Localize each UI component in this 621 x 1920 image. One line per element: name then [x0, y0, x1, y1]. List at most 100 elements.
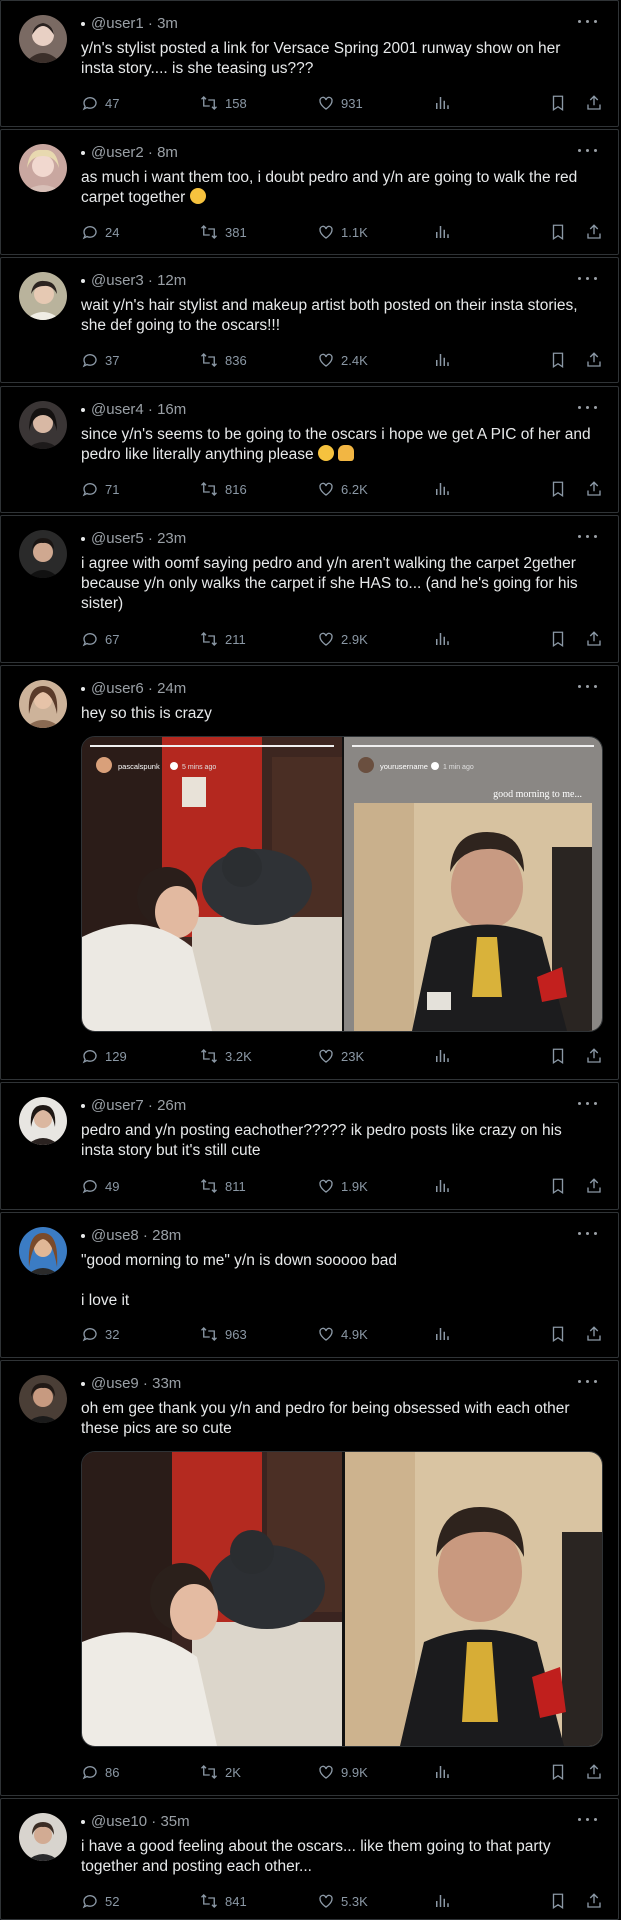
like-button[interactable]: 9.9K — [317, 1762, 368, 1782]
bookmark-button[interactable] — [549, 479, 567, 499]
avatar[interactable] — [19, 15, 67, 63]
more-icon[interactable] — [578, 15, 600, 29]
like-button[interactable]: 23K — [317, 1046, 364, 1066]
reply-button[interactable]: 24 — [81, 222, 119, 242]
reply-button[interactable]: 71 — [81, 479, 119, 499]
reply-button[interactable]: 52 — [81, 1891, 119, 1911]
avatar[interactable] — [19, 680, 67, 728]
user-handle[interactable]: @use8 — [91, 1227, 139, 1244]
like-button[interactable]: 5.3K — [317, 1891, 368, 1911]
like-button[interactable]: 1.1K — [317, 222, 368, 242]
post[interactable]: @user3 · 12m wait y/n's hair stylist and… — [0, 257, 619, 383]
like-button[interactable]: 2.9K — [317, 629, 368, 649]
share-button[interactable] — [585, 1324, 603, 1344]
reply-button[interactable]: 49 — [81, 1176, 119, 1196]
bookmark-button[interactable] — [549, 350, 567, 370]
share-button[interactable] — [585, 1046, 603, 1066]
user-handle[interactable]: @user3 — [91, 272, 144, 289]
views-button[interactable] — [433, 222, 451, 242]
views-button[interactable] — [433, 479, 451, 499]
post-media-photos[interactable] — [81, 1451, 603, 1747]
repost-button[interactable]: 963 — [199, 1324, 247, 1344]
reply-button[interactable]: 67 — [81, 629, 119, 649]
user-handle[interactable]: @user1 — [91, 15, 144, 32]
repost-button[interactable]: 158 — [199, 93, 247, 113]
share-button[interactable] — [585, 1176, 603, 1196]
share-button[interactable] — [585, 1891, 603, 1911]
like-button[interactable]: 931 — [317, 93, 363, 113]
more-icon[interactable] — [578, 530, 600, 544]
user-handle[interactable]: @user4 — [91, 401, 144, 418]
views-button[interactable] — [433, 629, 451, 649]
avatar[interactable] — [19, 144, 67, 192]
repost-button[interactable]: 811 — [199, 1176, 246, 1196]
repost-button[interactable]: 836 — [199, 350, 247, 370]
post[interactable]: @user1 · 3m y/n's stylist posted a link … — [0, 0, 619, 127]
views-button[interactable] — [433, 350, 451, 370]
post[interactable]: @use9 · 33m oh em gee thank you y/n and … — [0, 1360, 619, 1796]
post-media-story-screenshots[interactable]: pascalspunk 5 mins ago yourusername 1 mi… — [81, 736, 603, 1032]
more-icon[interactable] — [578, 680, 600, 694]
avatar[interactable] — [19, 1813, 67, 1861]
more-icon[interactable] — [578, 272, 600, 286]
repost-button[interactable]: 211 — [199, 629, 246, 649]
repost-button[interactable]: 381 — [199, 222, 247, 242]
like-button[interactable]: 1.9K — [317, 1176, 368, 1196]
views-button[interactable] — [433, 1324, 451, 1344]
post[interactable]: @user6 · 24m hey so this is crazy pascal… — [0, 665, 619, 1080]
more-icon[interactable] — [578, 144, 600, 158]
share-button[interactable] — [585, 1762, 603, 1782]
more-icon[interactable] — [578, 1097, 600, 1111]
share-button[interactable] — [585, 479, 603, 499]
bookmark-button[interactable] — [549, 1176, 567, 1196]
bookmark-button[interactable] — [549, 629, 567, 649]
post[interactable]: @user2 · 8m as much i want them too, i d… — [0, 129, 619, 255]
reply-button[interactable]: 47 — [81, 93, 119, 113]
bookmark-button[interactable] — [549, 1046, 567, 1066]
more-icon[interactable] — [578, 1375, 600, 1389]
bookmark-button[interactable] — [549, 93, 567, 113]
post[interactable]: @use10 · 35m i have a good feeling about… — [0, 1798, 619, 1920]
views-button[interactable] — [433, 1046, 451, 1066]
like-button[interactable]: 4.9K — [317, 1324, 368, 1344]
share-button[interactable] — [585, 222, 603, 242]
avatar[interactable] — [19, 1097, 67, 1145]
user-handle[interactable]: @user5 — [91, 530, 144, 547]
avatar[interactable] — [19, 530, 67, 578]
user-handle[interactable]: @use9 — [91, 1375, 139, 1392]
repost-button[interactable]: 841 — [199, 1891, 247, 1911]
bookmark-button[interactable] — [549, 222, 567, 242]
avatar[interactable] — [19, 272, 67, 320]
user-handle[interactable]: @user6 — [91, 680, 144, 697]
views-button[interactable] — [433, 1891, 451, 1911]
reply-button[interactable]: 32 — [81, 1324, 119, 1344]
reply-button[interactable]: 86 — [81, 1762, 119, 1782]
post[interactable]: @use8 · 28m "good morning to me" y/n is … — [0, 1212, 619, 1358]
reply-button[interactable]: 129 — [81, 1046, 127, 1066]
user-handle[interactable]: @user7 — [91, 1097, 144, 1114]
post[interactable]: @user5 · 23m i agree with oomf saying pe… — [0, 515, 619, 663]
share-button[interactable] — [585, 350, 603, 370]
share-button[interactable] — [585, 93, 603, 113]
views-button[interactable] — [433, 1762, 451, 1782]
like-button[interactable]: 2.4K — [317, 350, 368, 370]
user-handle[interactable]: @user2 — [91, 144, 144, 161]
repost-button[interactable]: 3.2K — [199, 1046, 252, 1066]
repost-button[interactable]: 816 — [199, 479, 247, 499]
reply-button[interactable]: 37 — [81, 350, 119, 370]
avatar[interactable] — [19, 401, 67, 449]
views-button[interactable] — [433, 1176, 451, 1196]
more-icon[interactable] — [578, 1227, 600, 1241]
like-button[interactable]: 6.2K — [317, 479, 368, 499]
post[interactable]: @user7 · 26m pedro and y/n posting eacho… — [0, 1082, 619, 1210]
bookmark-button[interactable] — [549, 1891, 567, 1911]
user-handle[interactable]: @use10 — [91, 1813, 147, 1830]
share-button[interactable] — [585, 629, 603, 649]
avatar[interactable] — [19, 1227, 67, 1275]
more-icon[interactable] — [578, 401, 600, 415]
avatar[interactable] — [19, 1375, 67, 1423]
bookmark-button[interactable] — [549, 1324, 567, 1344]
repost-button[interactable]: 2K — [199, 1762, 241, 1782]
bookmark-button[interactable] — [549, 1762, 567, 1782]
more-icon[interactable] — [578, 1813, 600, 1827]
